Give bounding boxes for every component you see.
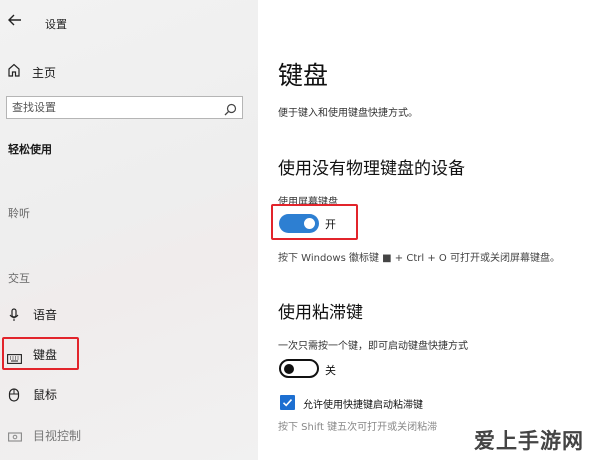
search-box[interactable] [6, 96, 243, 119]
watermark: 爱上手游网 [474, 425, 584, 455]
sidebar-item-mouse[interactable]: 鼠标 [0, 380, 258, 408]
sidebar-item-label: 目视控制 [33, 429, 82, 443]
onscreen-keyboard-heading: 使用没有物理键盘的设备 [278, 159, 465, 179]
page-title: 键盘 [278, 61, 329, 90]
sticky-keys-shortcut-label: 允许使用快捷键启动粘滞键 [303, 400, 423, 411]
sidebar-item-label: 鼠标 [33, 388, 58, 402]
sidebar-item-eye-control[interactable]: 目视控制 [0, 421, 258, 449]
back-arrow-icon[interactable] [8, 14, 22, 30]
window-title: 设置 [45, 18, 67, 31]
eye-control-icon [8, 428, 22, 442]
home-icon[interactable] [8, 62, 20, 77]
sticky-keys-hint: 按下 Shift 键五次可打开或关闭粘滞 [278, 422, 438, 433]
sticky-keys-shortcut-checkbox[interactable] [280, 395, 295, 410]
toggle-highlight [271, 204, 358, 240]
group-label-interaction: 交互 [8, 272, 30, 285]
sidebar-item-speech[interactable]: 语音 [0, 300, 258, 328]
sidebar-item-label: 语音 [33, 308, 58, 322]
home-link[interactable]: 主页 [32, 64, 56, 81]
sticky-keys-label: 一次只需按一个键，即可启动键盘快捷方式 [278, 341, 468, 352]
group-label-hearing: 聆听 [8, 207, 30, 220]
onscreen-keyboard-hint: 按下 Windows 徽标键 ■ + Ctrl + O 可打开或关闭屏幕键盘。 [278, 253, 560, 264]
microphone-icon [8, 307, 20, 321]
selection-highlight [2, 337, 79, 370]
page-description: 便于键入和使用键盘快捷方式。 [278, 108, 418, 119]
sticky-keys-toggle-state: 关 [325, 364, 336, 377]
sticky-keys-toggle[interactable] [279, 359, 319, 378]
sticky-keys-heading: 使用粘滞键 [278, 303, 363, 323]
search-input[interactable] [7, 97, 217, 118]
mouse-icon [8, 387, 20, 402]
section-title: 轻松使用 [8, 143, 52, 156]
search-icon[interactable] [224, 101, 237, 116]
